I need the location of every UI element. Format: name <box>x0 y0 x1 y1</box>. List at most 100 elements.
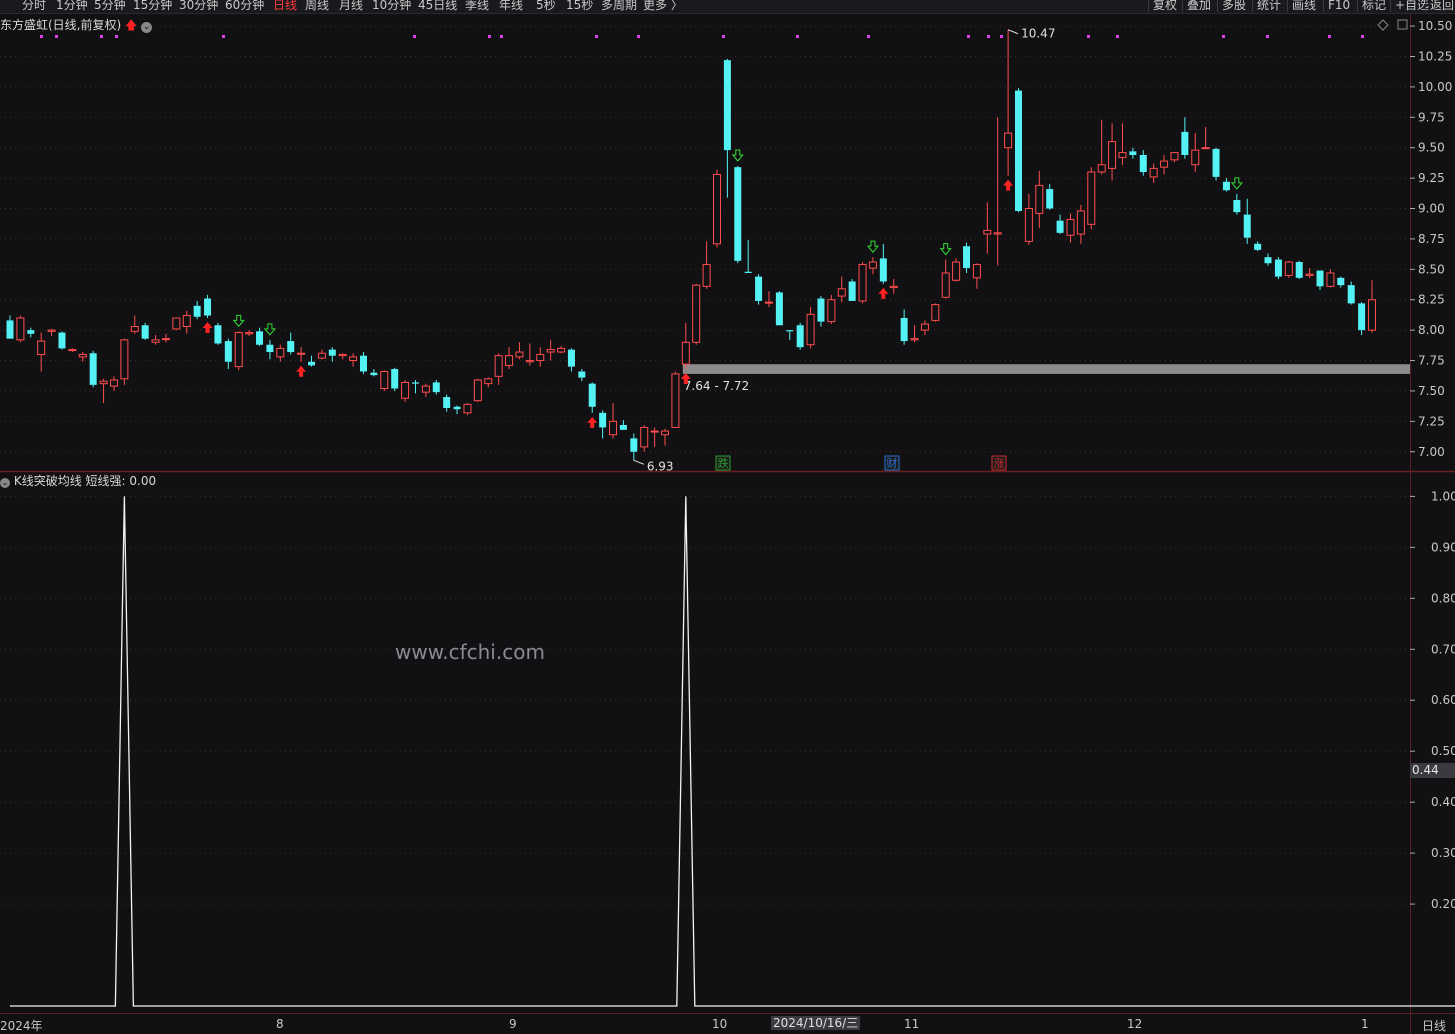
sell-arrow-icon <box>866 240 880 253</box>
candle-body <box>786 330 794 332</box>
candle-body <box>1243 214 1251 238</box>
buy-arrow-icon <box>1003 179 1014 191</box>
signal-dot <box>637 35 640 38</box>
candle-body <box>796 325 804 348</box>
candle-body <box>266 344 274 353</box>
candle-body <box>370 372 378 376</box>
candle-body <box>993 232 1002 235</box>
candle-body <box>141 325 149 339</box>
date-label-year: 2024年 <box>0 1019 43 1033</box>
sell-arrow-icon <box>939 243 952 256</box>
candle-body <box>661 430 670 436</box>
candle-body <box>744 271 752 273</box>
indicator-tick-label: 0.50 <box>1431 744 1455 758</box>
candle-body <box>983 229 992 235</box>
date-label-sep: 9 <box>509 1017 517 1031</box>
candle-body <box>1295 262 1303 278</box>
price-tick-label: 10.25 <box>1418 49 1452 63</box>
candle-body <box>1274 259 1282 277</box>
price-tick-label: 7.50 <box>1418 384 1445 398</box>
price-tick-label: 8.75 <box>1418 232 1445 246</box>
candle-body <box>349 356 358 362</box>
candle-body <box>557 347 566 353</box>
dropdown-icon[interactable]: ⌄ <box>141 22 153 33</box>
indicator-tick-label: 0.20 <box>1431 897 1455 911</box>
candle-body <box>868 261 877 269</box>
signal-dot <box>722 35 725 38</box>
candle-body <box>650 430 659 433</box>
candle-body <box>224 341 232 362</box>
candle-body <box>1233 200 1241 213</box>
signal-dot <box>1361 35 1364 38</box>
indicator-tick-label: 1.00 <box>1431 489 1455 503</box>
candle-body <box>879 258 887 282</box>
candle-body <box>89 353 97 385</box>
candle-body <box>256 331 264 345</box>
candle-body <box>1264 257 1272 264</box>
indicator-line <box>10 496 1455 1007</box>
signal-dot <box>595 35 598 38</box>
candle-body <box>234 332 243 368</box>
candle-body <box>630 438 638 452</box>
buy-arrow-icon <box>202 321 213 333</box>
candle-body <box>1170 152 1179 161</box>
candle-body <box>671 373 680 428</box>
candle-body <box>1108 141 1117 169</box>
candle-body <box>1004 132 1013 149</box>
candle-body <box>338 353 347 357</box>
candle-body <box>1305 273 1314 276</box>
candle-body <box>567 349 575 367</box>
collapse-icon[interactable]: ⌄ <box>0 478 10 488</box>
sell-arrow-icon <box>1230 177 1243 190</box>
candle-body <box>734 167 742 261</box>
candle-body <box>401 381 410 399</box>
candle-body <box>109 379 118 387</box>
signal-dot <box>987 35 990 38</box>
stock-title: 东方盛虹(日线,前复权) <box>0 18 122 32</box>
candle-body <box>443 397 451 408</box>
candle-body <box>317 352 326 359</box>
sell-arrow-icon <box>232 314 245 328</box>
candle-body <box>1254 243 1262 250</box>
candle-body <box>806 313 815 346</box>
candle-body <box>588 383 596 407</box>
date-label-nov: 11 <box>904 1017 920 1031</box>
candle-body <box>931 304 940 321</box>
signal-dot <box>1328 35 1331 38</box>
candle-body <box>276 347 285 358</box>
candle-body <box>1129 151 1137 155</box>
candle-body <box>421 385 430 393</box>
signal-dot <box>413 35 416 38</box>
period-label[interactable]: 日线 <box>1422 1017 1446 1034</box>
candle-body <box>1118 152 1127 158</box>
candle-body <box>1316 270 1324 287</box>
signal-dot <box>1087 35 1090 38</box>
candle-body <box>609 420 618 436</box>
candle-body <box>1358 303 1366 331</box>
candle-body <box>453 406 461 410</box>
indicator-tick-label: 0.60 <box>1431 693 1455 707</box>
low-price-label: 6.93 <box>647 459 674 473</box>
signal-dot <box>867 35 870 38</box>
candle-body <box>1076 210 1085 235</box>
price-tick-label: 10.00 <box>1418 80 1452 94</box>
buy-arrow-icon <box>878 287 889 299</box>
candle-body <box>6 320 14 339</box>
candle-body <box>1347 285 1355 304</box>
candle-body <box>1015 90 1023 211</box>
sub-chart-title: ⌄ K线突破均线 短线强: 0.00 <box>0 472 156 489</box>
price-tick-label: 10.50 <box>1418 19 1452 33</box>
candle-body <box>308 361 316 366</box>
candle-body <box>151 339 160 343</box>
candle-body <box>910 338 919 341</box>
candle-body <box>525 360 534 363</box>
candle-body <box>494 355 503 377</box>
candle-body <box>463 403 472 414</box>
candle-body <box>1139 155 1147 173</box>
candle-body <box>536 353 545 362</box>
candle-body <box>1024 208 1033 242</box>
candle-body <box>1368 299 1376 331</box>
candle-body <box>900 317 908 342</box>
signal-dot <box>1266 35 1269 38</box>
candle-body <box>1337 277 1345 286</box>
